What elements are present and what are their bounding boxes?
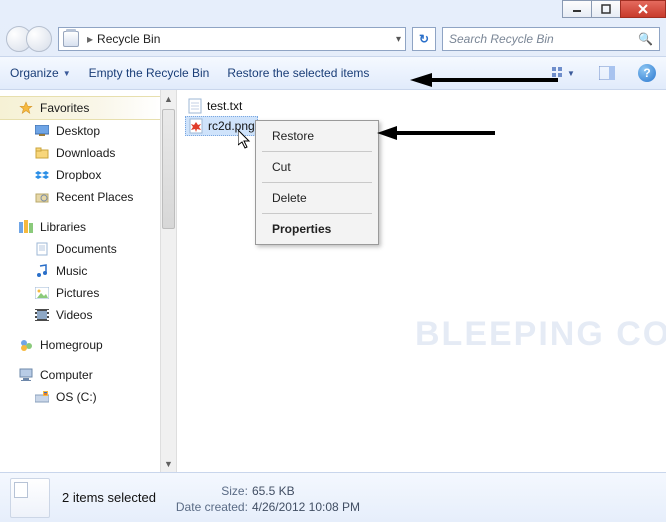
search-icon: 🔍 [638,32,653,46]
view-options-button[interactable]: ▼ [550,62,576,84]
image-file-icon [188,118,204,134]
sidebar-item-downloads[interactable]: Downloads [0,142,160,164]
organize-label: Organize [10,66,59,80]
sidebar-group-libraries[interactable]: Libraries [0,216,160,238]
sidebar-item-dropbox[interactable]: Dropbox [0,164,160,186]
sidebar-item-recent-places[interactable]: Recent Places [0,186,160,208]
sidebar-item-documents[interactable]: Documents [0,238,160,260]
status-meta: 2 items selected [62,490,156,505]
preview-pane-button[interactable] [594,62,620,84]
star-icon [18,100,34,116]
homegroup-icon [18,337,34,353]
annotation-arrow-context [377,124,497,142]
list-item[interactable]: rc2d.png [185,116,258,136]
breadcrumb-separator-icon: ▸ [87,32,93,46]
sidebar-group-homegroup[interactable]: Homegroup [0,334,160,356]
search-input[interactable]: Search Recycle Bin 🔍 [442,27,660,51]
music-icon [34,263,50,279]
titlebar [0,0,666,22]
forward-button[interactable] [26,26,52,52]
organize-button[interactable]: Organize ▼ [10,66,71,80]
help-button[interactable]: ? [638,64,656,82]
status-date-value: 4/26/2012 10:08 PM [252,500,360,514]
maximize-button[interactable] [591,0,621,18]
context-menu-delete[interactable]: Delete [258,185,376,211]
context-menu-separator [262,213,372,214]
nav-buttons [6,26,52,52]
context-menu-restore[interactable]: Restore [258,123,376,149]
videos-icon [34,307,50,323]
navigation-pane: Favorites Desktop Downloads Dropbox Rece… [0,90,160,472]
address-text: Recycle Bin [97,32,160,46]
chevron-down-icon: ▼ [63,69,71,78]
libraries-icon [18,219,34,235]
toolbar: Organize ▼ Empty the Recycle Bin Restore… [0,56,666,90]
restore-selected-button[interactable]: Restore the selected items [227,66,369,80]
status-details: Size: 65.5 KB Date created: 4/26/2012 10… [168,482,360,514]
sidebar-group-favorites[interactable]: Favorites [0,96,160,120]
status-selection: 2 items selected [62,490,156,505]
selection-icon [10,478,50,518]
file-list[interactable]: BLEEPING COMPUTER test.txt rc2d.png Rest… [177,90,666,472]
scroll-up-icon[interactable]: ▲ [161,90,176,107]
address-bar[interactable]: ▸ Recycle Bin ▾ [58,27,406,51]
context-menu-separator [262,151,372,152]
desktop-icon [34,123,50,139]
minimize-button[interactable] [562,0,592,18]
recent-places-icon [34,189,50,205]
address-dropdown-icon[interactable]: ▾ [396,34,401,45]
watermark: BLEEPING COMPUTER [415,315,666,354]
context-menu-cut[interactable]: Cut [258,154,376,180]
scroll-thumb[interactable] [162,109,175,229]
context-menu-separator [262,182,372,183]
status-bar: 2 items selected Size: 65.5 KB Date crea… [0,472,666,522]
drive-icon [34,389,50,405]
refresh-button[interactable]: ↻ [412,27,436,51]
main-area: Favorites Desktop Downloads Dropbox Rece… [0,90,666,472]
sidebar-item-os-c[interactable]: OS (C:) [0,386,160,408]
context-menu: Restore Cut Delete Properties [255,120,379,245]
status-date-label: Date created: [168,500,248,514]
status-size-value: 65.5 KB [252,484,295,498]
search-placeholder: Search Recycle Bin [449,32,554,46]
computer-icon [18,367,34,383]
text-file-icon [187,98,203,114]
refresh-icon: ↻ [419,32,429,46]
annotation-arrow-toolbar [410,71,560,89]
sidebar-item-music[interactable]: Music [0,260,160,282]
scroll-down-icon[interactable]: ▼ [161,455,176,472]
dropbox-icon [34,167,50,183]
empty-recycle-bin-button[interactable]: Empty the Recycle Bin [89,66,210,80]
chevron-down-icon: ▼ [567,69,575,78]
pictures-icon [34,285,50,301]
sidebar-scrollbar[interactable]: ▲ ▼ [160,90,177,472]
recycle-bin-icon [63,31,79,47]
address-row: ▸ Recycle Bin ▾ ↻ Search Recycle Bin 🔍 [0,22,666,56]
sidebar-group-computer[interactable]: Computer [0,364,160,386]
sidebar-item-desktop[interactable]: Desktop [0,120,160,142]
downloads-icon [34,145,50,161]
status-size-label: Size: [168,484,248,498]
close-button[interactable] [620,0,666,18]
list-item[interactable]: test.txt [185,96,244,116]
sidebar-item-videos[interactable]: Videos [0,304,160,326]
sidebar-item-pictures[interactable]: Pictures [0,282,160,304]
context-menu-properties[interactable]: Properties [258,216,376,242]
documents-icon [34,241,50,257]
help-icon: ? [643,66,650,80]
